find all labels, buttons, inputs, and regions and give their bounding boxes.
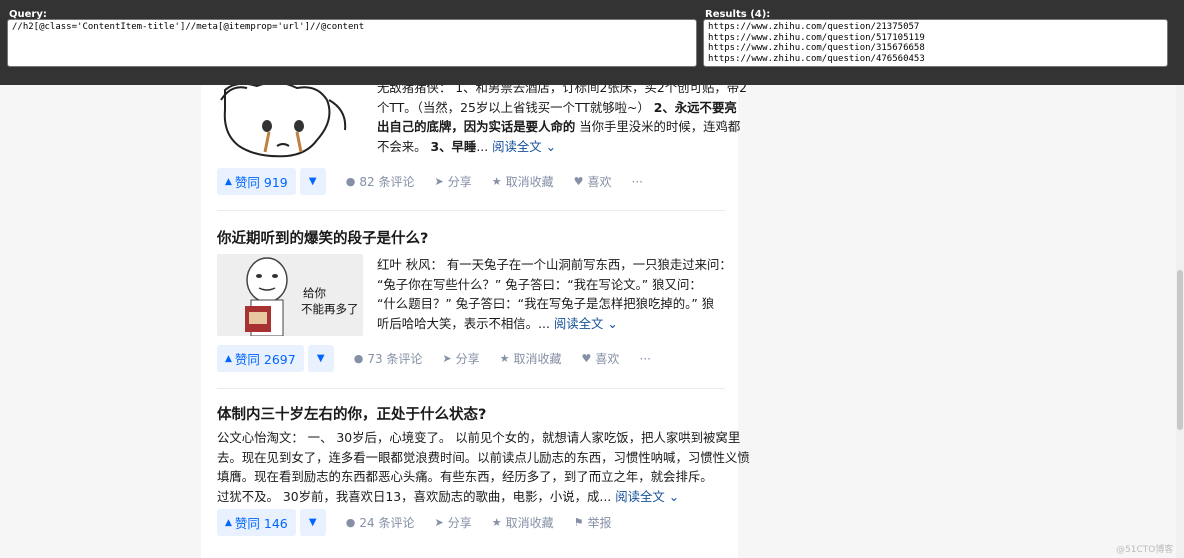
- answer-actions-2: ▲ 赞同 2697 ▼ ● 73 条评论 ➤ 分享 ★ 取消收藏 ♥ 喜欢 ···: [217, 345, 651, 372]
- excerpt-line: “什么题目？” 兔子答曰：“我在写兔子是怎样把狼吃掉的。” 狼: [377, 296, 715, 312]
- like-button[interactable]: ♥ 喜欢: [574, 173, 612, 190]
- report-button[interactable]: ⚑ 举报: [574, 514, 612, 531]
- excerpt-line: “兔子你在写些什么？” 兔子答曰：“我在写论文。” 狼又问：: [377, 276, 702, 292]
- image-caption: 给你: [303, 286, 326, 300]
- result-line: https://www.zhihu.com/question/21375057: [708, 22, 920, 32]
- result-line: https://www.zhihu.com/question/476560453: [708, 53, 925, 64]
- read-more-link[interactable]: 阅读全文 ⌄: [554, 316, 618, 331]
- read-more-link[interactable]: 阅读全文 ⌄: [492, 139, 556, 154]
- comment-icon: ●: [345, 516, 356, 529]
- favorite-button[interactable]: ★ 取消收藏: [492, 173, 554, 190]
- favorite-button[interactable]: ★ 取消收藏: [500, 350, 562, 367]
- chevron-down-icon: ⌄: [607, 315, 618, 331]
- answer-actions-3: ▲ 赞同 146 ▼ ● 24 条评论 ➤ 分享 ★ 取消收藏 ⚑ 举报: [217, 509, 611, 536]
- excerpt-line: 个TT。（当然，25岁以上省钱买一个TT就够啦~） 2、永远不要亮: [377, 99, 737, 115]
- flag-icon: ⚑: [573, 516, 584, 529]
- excerpt-line: 红叶 秋风： 有一天兔子在一个山洞前写东西，一只狼走过来问：: [377, 257, 732, 272]
- comment-button[interactable]: ● 82 条评论: [346, 173, 415, 190]
- heart-icon: ♥: [581, 352, 592, 365]
- comment-button[interactable]: ● 24 条评论: [346, 514, 415, 531]
- image-caption: 不能再多了: [301, 302, 359, 316]
- divider: [217, 210, 725, 211]
- query-input[interactable]: //h2[@class='ContentItem-title']//meta[@…: [7, 19, 697, 67]
- xpath-helper-panel: Query: //h2[@class='ContentItem-title']/…: [0, 0, 1184, 85]
- divider: [217, 388, 725, 389]
- comment-button[interactable]: ● 73 条评论: [354, 350, 423, 367]
- triangle-down-icon: ▼: [316, 353, 325, 364]
- comment-icon: ●: [345, 175, 356, 188]
- chevron-down-icon: ⌄: [545, 138, 556, 154]
- excerpt-line: 去。现在见到女了，连多看一眼都觉浪费时间。以前读点儿励志的东西，习惯性呐喊，习惯…: [217, 449, 750, 465]
- question-title[interactable]: 体制内三十岁左右的你，正处于什么状态?: [217, 403, 486, 424]
- read-more-link[interactable]: 阅读全文 ⌄: [615, 489, 679, 504]
- excerpt-line: 公文心怡淘文： 一、 30岁后，心境变了。 以前见个女的，就想请人家吃饭，把人家…: [217, 430, 741, 445]
- share-icon: ➤: [442, 352, 452, 365]
- chevron-down-icon: ⌄: [668, 488, 680, 504]
- share-icon: ➤: [434, 516, 444, 529]
- excerpt-line: 填膺。现在看到励志的东西都恶心头痛。有些东西，经历多了，到了而立之年，就会排斥。: [217, 469, 713, 485]
- more-button[interactable]: ···: [631, 175, 642, 189]
- vote-up-button[interactable]: ▲ 赞同 919: [217, 168, 296, 195]
- results-output[interactable]: https://www.zhihu.com/question/21375057 …: [703, 19, 1168, 67]
- excerpt-line: 过犹不及。 30岁前，我喜欢日13，喜欢励志的歌曲，电影，小说，成... 阅读全…: [217, 488, 680, 504]
- like-button[interactable]: ♥ 喜欢: [582, 350, 620, 367]
- favorite-button[interactable]: ★ 取消收藏: [492, 514, 554, 531]
- vote-up-button[interactable]: ▲ 赞同 146: [217, 509, 296, 536]
- triangle-up-icon: ▲: [225, 517, 232, 528]
- answer-excerpt-3[interactable]: 公文心怡淘文： 一、 30岁后，心境变了。 以前见个女的，就想请人家吃饭，把人家…: [217, 428, 750, 506]
- vote-down-button[interactable]: ▼: [299, 509, 326, 536]
- vote-down-button[interactable]: ▼: [299, 168, 326, 195]
- excerpt-line: 出自己的底牌，因为实话是要人命的 当你手里没米的时候，连鸡都: [377, 119, 741, 135]
- answer-thumbnail-2[interactable]: 给你 不能再多了: [217, 254, 363, 336]
- vote-down-button[interactable]: ▼: [307, 345, 334, 372]
- scrollbar-thumb[interactable]: [1177, 270, 1183, 430]
- triangle-down-icon: ▼: [308, 176, 317, 187]
- star-icon: ★: [491, 516, 502, 529]
- star-icon: ★: [491, 175, 502, 188]
- triangle-down-icon: ▼: [308, 517, 317, 528]
- vote-up-button[interactable]: ▲ 赞同 2697: [217, 345, 304, 372]
- triangle-up-icon: ▲: [225, 353, 232, 364]
- star-icon: ★: [499, 352, 510, 365]
- excerpt-line: 听后哈哈大笑，表示不相信。... 阅读全文 ⌄: [377, 315, 618, 331]
- question-title[interactable]: 你近期听到的爆笑的段子是什么?: [217, 227, 428, 248]
- answer-excerpt-2[interactable]: 红叶 秋风： 有一天兔子在一个山洞前写东西，一只狼走过来问： “兔子你在写些什么…: [377, 255, 732, 333]
- heart-icon: ♥: [573, 175, 584, 188]
- result-line: https://www.zhihu.com/question/517105119: [708, 32, 925, 43]
- more-button[interactable]: ···: [639, 352, 650, 366]
- answer-thumbnail-1[interactable]: [217, 80, 363, 158]
- watermark: @51CTO博客: [1116, 545, 1174, 555]
- answer-excerpt-1[interactable]: 无敌猪猪侠： 1、和男票去酒店，订标间2张床，买2个创可贴，带2 个TT。（当然…: [377, 78, 747, 156]
- share-button[interactable]: ➤ 分享: [434, 514, 471, 531]
- excerpt-line: 不会来。 3、早睡... 阅读全文 ⌄: [377, 138, 556, 154]
- share-button[interactable]: ➤ 分享: [434, 173, 471, 190]
- comment-icon: ●: [353, 352, 364, 365]
- share-icon: ➤: [434, 175, 444, 188]
- answer-actions-1: ▲ 赞同 919 ▼ ● 82 条评论 ➤ 分享 ★ 取消收藏 ♥ 喜欢 ···: [217, 168, 643, 195]
- share-button[interactable]: ➤ 分享: [442, 350, 479, 367]
- result-line: https://www.zhihu.com/question/315676658: [708, 43, 925, 53]
- triangle-up-icon: ▲: [225, 176, 232, 187]
